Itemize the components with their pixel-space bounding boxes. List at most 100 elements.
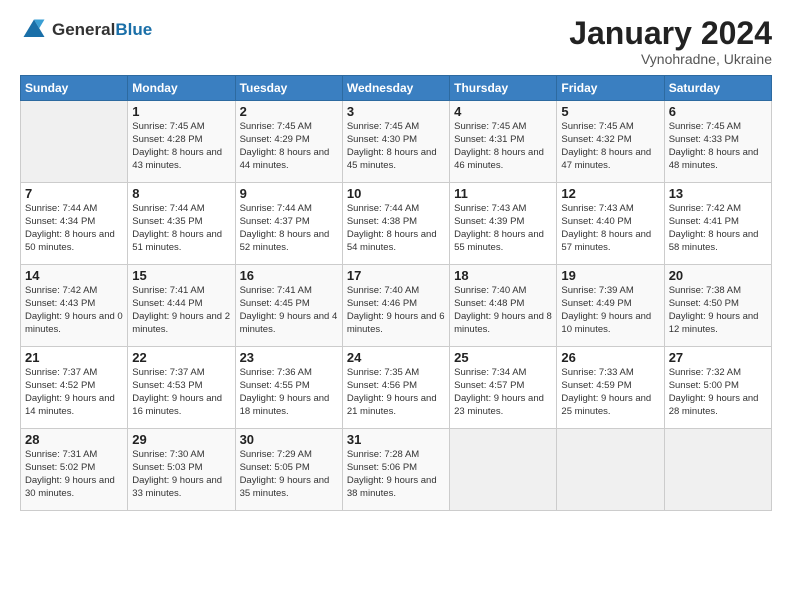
logo: GeneralBlue [20,16,152,44]
month-year: January 2024 [569,16,772,51]
day-number: 20 [669,268,767,283]
cell-info: Sunrise: 7:33 AMSunset: 4:59 PMDaylight:… [561,367,651,416]
day-number: 26 [561,350,659,365]
cell-info: Sunrise: 7:42 AMSunset: 4:43 PMDaylight:… [25,285,123,334]
col-tuesday: Tuesday [235,76,342,101]
day-number: 22 [132,350,230,365]
day-number: 11 [454,186,552,201]
calendar-cell: 15 Sunrise: 7:41 AMSunset: 4:44 PMDaylig… [128,265,235,347]
calendar-cell [557,429,664,511]
cell-info: Sunrise: 7:45 AMSunset: 4:29 PMDaylight:… [240,121,330,170]
cell-info: Sunrise: 7:45 AMSunset: 4:33 PMDaylight:… [669,121,759,170]
col-wednesday: Wednesday [342,76,449,101]
calendar-cell: 27 Sunrise: 7:32 AMSunset: 5:00 PMDaylig… [664,347,771,429]
calendar-cell: 16 Sunrise: 7:41 AMSunset: 4:45 PMDaylig… [235,265,342,347]
cell-info: Sunrise: 7:28 AMSunset: 5:06 PMDaylight:… [347,449,437,498]
col-thursday: Thursday [450,76,557,101]
day-number: 8 [132,186,230,201]
calendar-cell: 24 Sunrise: 7:35 AMSunset: 4:56 PMDaylig… [342,347,449,429]
cell-info: Sunrise: 7:44 AMSunset: 4:38 PMDaylight:… [347,203,437,252]
cell-info: Sunrise: 7:44 AMSunset: 4:35 PMDaylight:… [132,203,222,252]
day-number: 21 [25,350,123,365]
day-number: 17 [347,268,445,283]
day-number: 5 [561,104,659,119]
day-number: 14 [25,268,123,283]
cell-info: Sunrise: 7:37 AMSunset: 4:52 PMDaylight:… [25,367,115,416]
header: GeneralBlue January 2024 Vynohradne, Ukr… [20,16,772,67]
calendar-cell: 3 Sunrise: 7:45 AMSunset: 4:30 PMDayligh… [342,101,449,183]
calendar-cell: 12 Sunrise: 7:43 AMSunset: 4:40 PMDaylig… [557,183,664,265]
day-number: 31 [347,432,445,447]
calendar-cell: 8 Sunrise: 7:44 AMSunset: 4:35 PMDayligh… [128,183,235,265]
cell-info: Sunrise: 7:41 AMSunset: 4:44 PMDaylight:… [132,285,230,334]
calendar-cell: 1 Sunrise: 7:45 AMSunset: 4:28 PMDayligh… [128,101,235,183]
week-row-1: 1 Sunrise: 7:45 AMSunset: 4:28 PMDayligh… [21,101,772,183]
calendar-cell: 28 Sunrise: 7:31 AMSunset: 5:02 PMDaylig… [21,429,128,511]
cell-info: Sunrise: 7:40 AMSunset: 4:46 PMDaylight:… [347,285,445,334]
cell-info: Sunrise: 7:45 AMSunset: 4:31 PMDaylight:… [454,121,544,170]
col-friday: Friday [557,76,664,101]
header-row: Sunday Monday Tuesday Wednesday Thursday… [21,76,772,101]
day-number: 7 [25,186,123,201]
day-number: 15 [132,268,230,283]
calendar-table: Sunday Monday Tuesday Wednesday Thursday… [20,75,772,511]
calendar-cell: 22 Sunrise: 7:37 AMSunset: 4:53 PMDaylig… [128,347,235,429]
week-row-2: 7 Sunrise: 7:44 AMSunset: 4:34 PMDayligh… [21,183,772,265]
calendar-cell: 29 Sunrise: 7:30 AMSunset: 5:03 PMDaylig… [128,429,235,511]
day-number: 25 [454,350,552,365]
day-number: 13 [669,186,767,201]
cell-info: Sunrise: 7:44 AMSunset: 4:34 PMDaylight:… [25,203,115,252]
cell-info: Sunrise: 7:38 AMSunset: 4:50 PMDaylight:… [669,285,759,334]
logo-blue: Blue [115,20,152,39]
day-number: 12 [561,186,659,201]
day-number: 24 [347,350,445,365]
day-number: 29 [132,432,230,447]
week-row-4: 21 Sunrise: 7:37 AMSunset: 4:52 PMDaylig… [21,347,772,429]
calendar-cell: 23 Sunrise: 7:36 AMSunset: 4:55 PMDaylig… [235,347,342,429]
col-saturday: Saturday [664,76,771,101]
logo-icon [20,16,48,44]
cell-info: Sunrise: 7:45 AMSunset: 4:32 PMDaylight:… [561,121,651,170]
calendar-cell: 6 Sunrise: 7:45 AMSunset: 4:33 PMDayligh… [664,101,771,183]
calendar-cell: 18 Sunrise: 7:40 AMSunset: 4:48 PMDaylig… [450,265,557,347]
day-number: 30 [240,432,338,447]
day-number: 23 [240,350,338,365]
calendar-cell: 31 Sunrise: 7:28 AMSunset: 5:06 PMDaylig… [342,429,449,511]
cell-info: Sunrise: 7:36 AMSunset: 4:55 PMDaylight:… [240,367,330,416]
cell-info: Sunrise: 7:45 AMSunset: 4:30 PMDaylight:… [347,121,437,170]
day-number: 2 [240,104,338,119]
logo-general: General [52,20,115,39]
col-sunday: Sunday [21,76,128,101]
cell-info: Sunrise: 7:40 AMSunset: 4:48 PMDaylight:… [454,285,552,334]
calendar-cell: 30 Sunrise: 7:29 AMSunset: 5:05 PMDaylig… [235,429,342,511]
cell-info: Sunrise: 7:45 AMSunset: 4:28 PMDaylight:… [132,121,222,170]
calendar-cell: 4 Sunrise: 7:45 AMSunset: 4:31 PMDayligh… [450,101,557,183]
day-number: 4 [454,104,552,119]
calendar-cell: 11 Sunrise: 7:43 AMSunset: 4:39 PMDaylig… [450,183,557,265]
calendar-cell [664,429,771,511]
cell-info: Sunrise: 7:29 AMSunset: 5:05 PMDaylight:… [240,449,330,498]
day-number: 6 [669,104,767,119]
calendar-cell: 21 Sunrise: 7:37 AMSunset: 4:52 PMDaylig… [21,347,128,429]
day-number: 3 [347,104,445,119]
cell-info: Sunrise: 7:43 AMSunset: 4:39 PMDaylight:… [454,203,544,252]
cell-info: Sunrise: 7:35 AMSunset: 4:56 PMDaylight:… [347,367,437,416]
cell-info: Sunrise: 7:31 AMSunset: 5:02 PMDaylight:… [25,449,115,498]
calendar-cell: 13 Sunrise: 7:42 AMSunset: 4:41 PMDaylig… [664,183,771,265]
calendar-cell [21,101,128,183]
calendar-cell: 14 Sunrise: 7:42 AMSunset: 4:43 PMDaylig… [21,265,128,347]
day-number: 1 [132,104,230,119]
cell-info: Sunrise: 7:34 AMSunset: 4:57 PMDaylight:… [454,367,544,416]
cell-info: Sunrise: 7:32 AMSunset: 5:00 PMDaylight:… [669,367,759,416]
calendar-cell: 10 Sunrise: 7:44 AMSunset: 4:38 PMDaylig… [342,183,449,265]
calendar-cell: 9 Sunrise: 7:44 AMSunset: 4:37 PMDayligh… [235,183,342,265]
cell-info: Sunrise: 7:42 AMSunset: 4:41 PMDaylight:… [669,203,759,252]
week-row-5: 28 Sunrise: 7:31 AMSunset: 5:02 PMDaylig… [21,429,772,511]
calendar-cell: 20 Sunrise: 7:38 AMSunset: 4:50 PMDaylig… [664,265,771,347]
calendar-cell: 17 Sunrise: 7:40 AMSunset: 4:46 PMDaylig… [342,265,449,347]
day-number: 19 [561,268,659,283]
location: Vynohradne, Ukraine [569,51,772,67]
title-block: January 2024 Vynohradne, Ukraine [569,16,772,67]
calendar-cell: 2 Sunrise: 7:45 AMSunset: 4:29 PMDayligh… [235,101,342,183]
cell-info: Sunrise: 7:43 AMSunset: 4:40 PMDaylight:… [561,203,651,252]
